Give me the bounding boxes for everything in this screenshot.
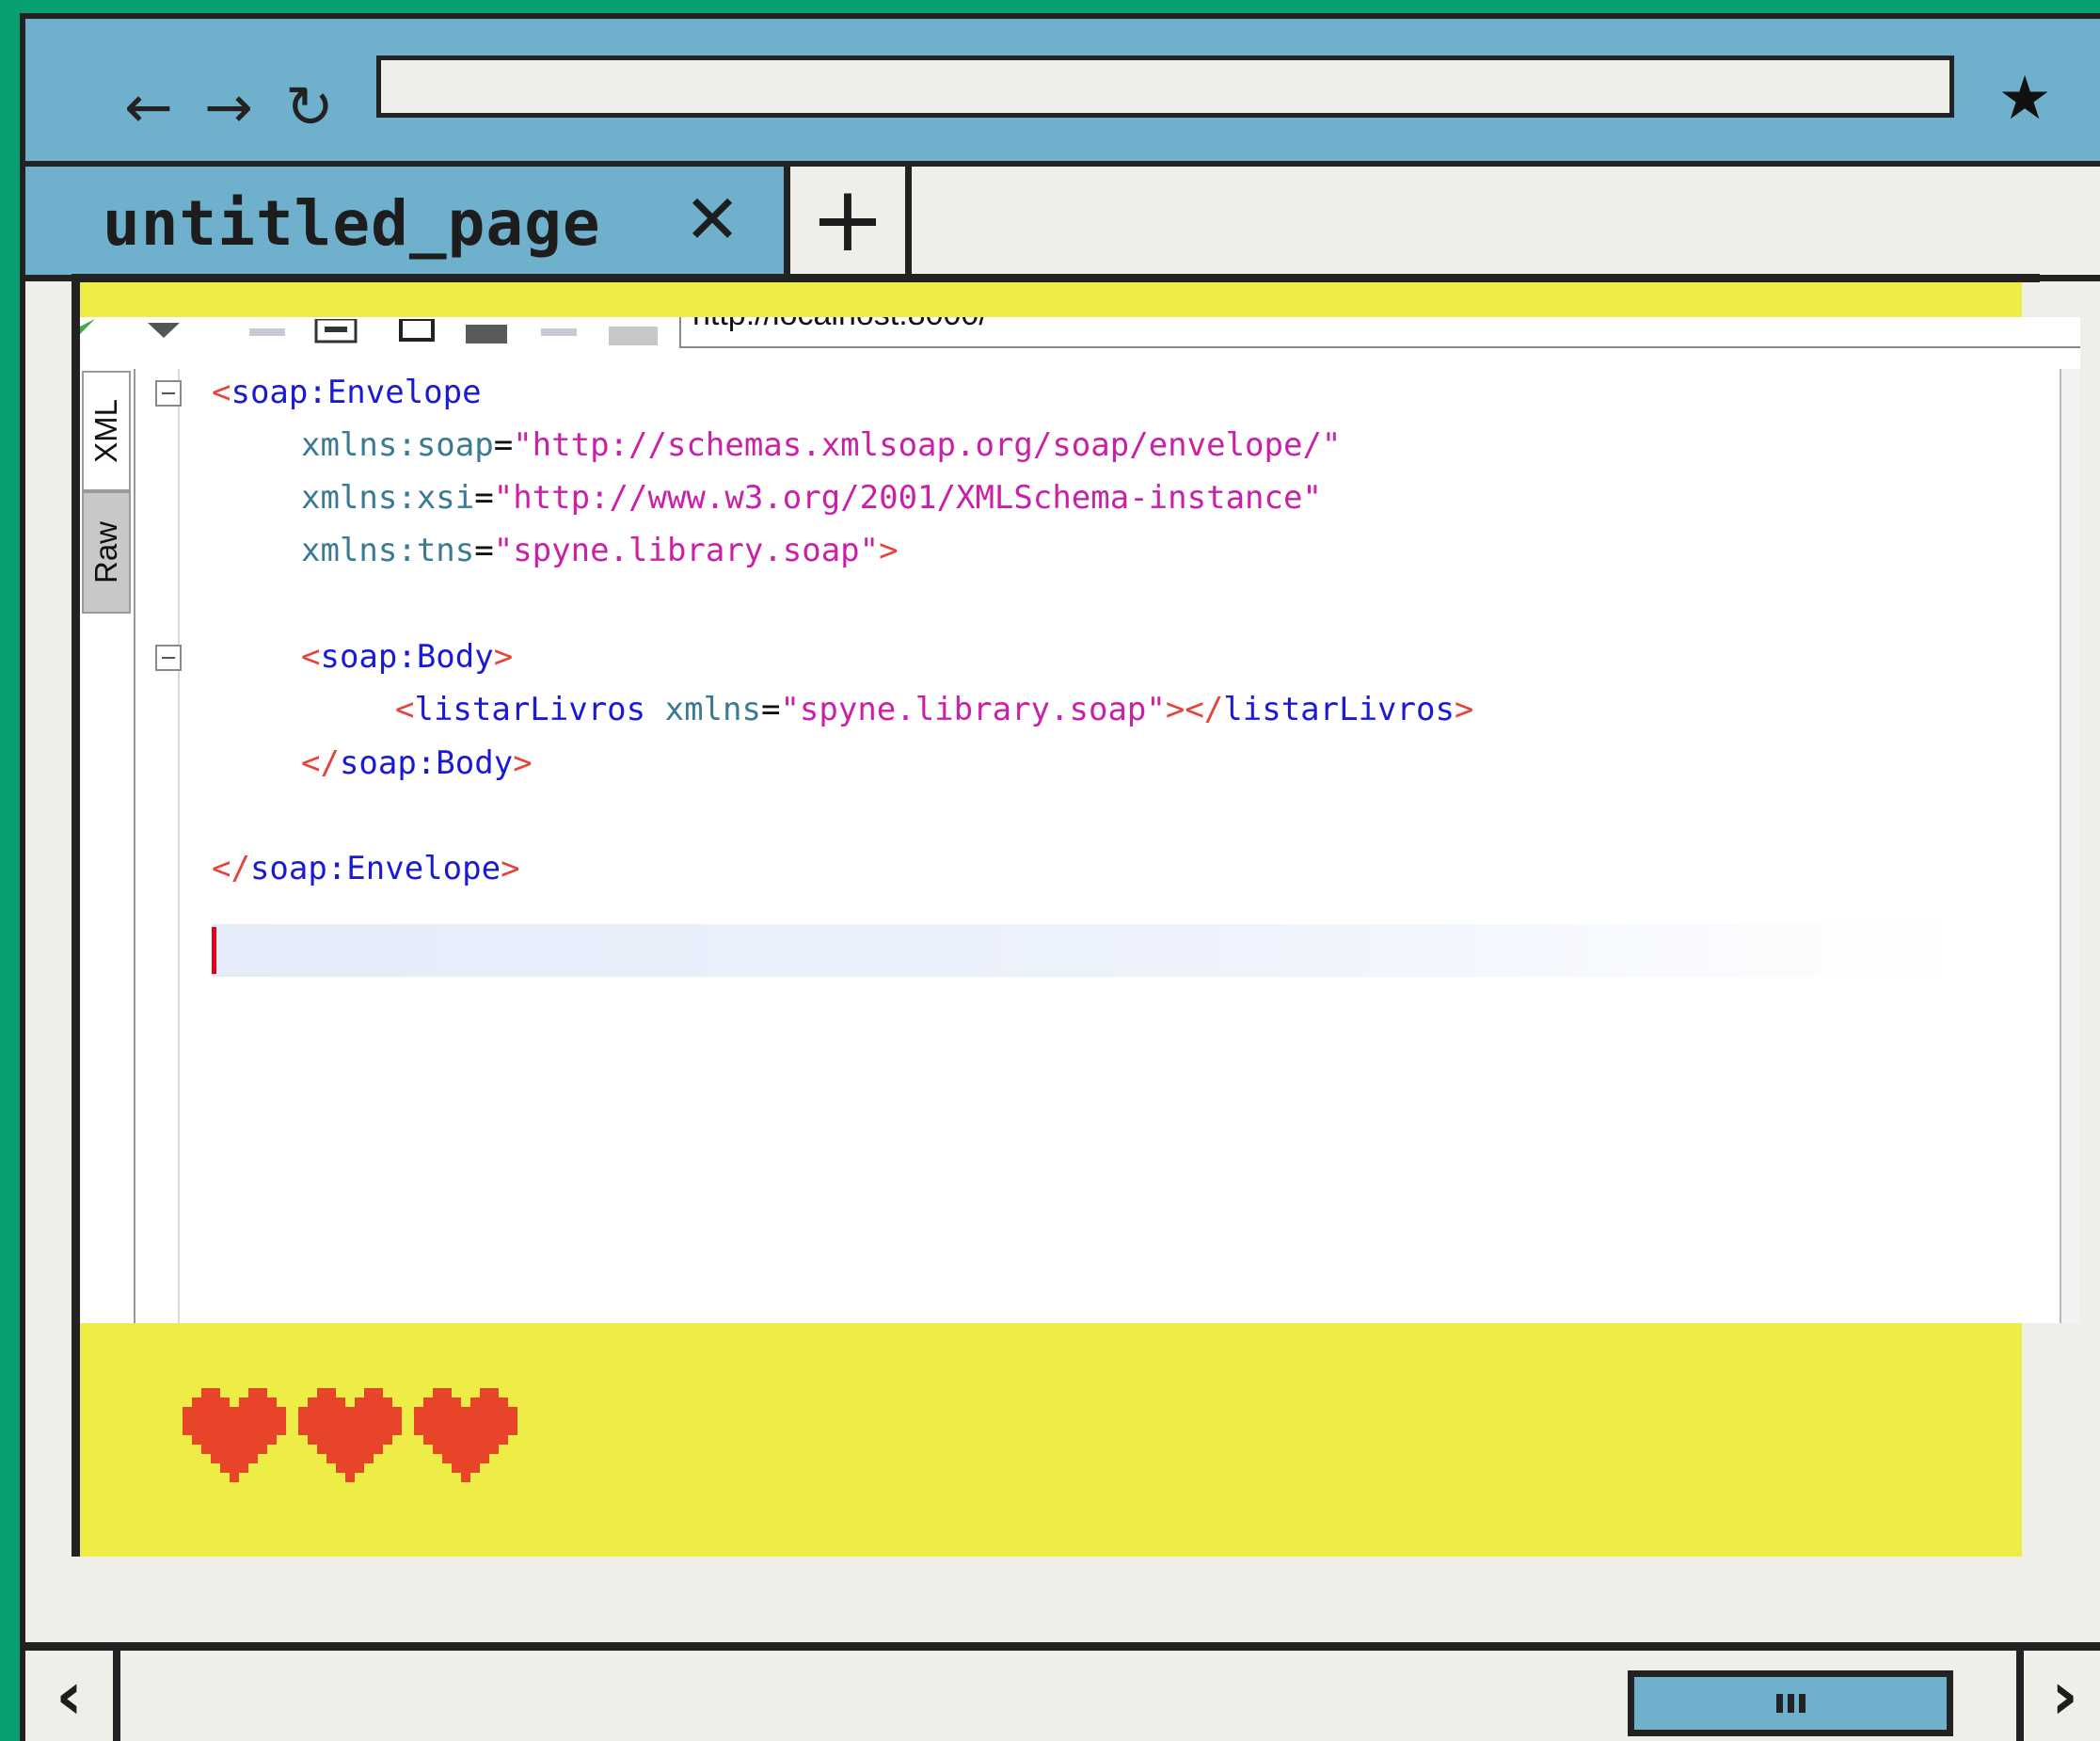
code-line: xmlns:soap="http://schemas.xmlsoap.org/s… (301, 426, 1342, 464)
arrow-right-icon: → (204, 72, 253, 141)
scroll-thumb[interactable] (1628, 1670, 1953, 1736)
tab-raw[interactable]: Raw (82, 491, 131, 614)
heart-icon (298, 1388, 402, 1482)
game-top-band (80, 282, 2022, 317)
forward-button[interactable]: → (187, 60, 270, 154)
soap-request-editor: http://localhost:8000/ XML Raw <soap:Env… (80, 317, 2080, 1323)
arrow-left-icon: ← (124, 72, 173, 141)
editor-toolbar: http://localhost:8000/ (80, 317, 2080, 356)
bookmark-button[interactable]: ★ (1982, 56, 2067, 141)
scroll-left-button[interactable]: ‹ (25, 1651, 120, 1741)
frame-icon[interactable] (398, 319, 436, 345)
heart-icon (414, 1388, 517, 1482)
browser-toolbar: ← → ↻ ★ (25, 19, 2100, 167)
options-icon[interactable] (609, 319, 658, 345)
tab-untitled-page[interactable]: untitled_page ✕ (25, 167, 790, 275)
run-icon[interactable] (80, 319, 99, 345)
current-line-highlight (212, 924, 1952, 977)
code-line: <soap:Body> (301, 638, 514, 676)
format-alt-icon[interactable] (541, 319, 577, 345)
reload-icon: ↻ (285, 72, 334, 141)
tab-raw-label: Raw (88, 520, 123, 584)
reload-button[interactable]: ↻ (268, 60, 351, 154)
editor-scrollbar[interactable] (2060, 369, 2080, 1323)
text-caret (212, 927, 216, 974)
code-line: </soap:Envelope> (212, 850, 520, 887)
heart-icon (183, 1388, 286, 1482)
code-line: xmlns:xsi="http://www.w3.org/2001/XMLSch… (301, 479, 1322, 517)
code-line: <listarLivros xmlns="spyne.library.soap"… (395, 691, 1474, 728)
plus-icon: + (809, 167, 886, 272)
star-icon: ★ (1997, 64, 2052, 134)
view-tabs: XML Raw (80, 369, 135, 1323)
tab-xml[interactable]: XML (82, 371, 131, 491)
horizontal-scrollbar[interactable]: ‹ › (25, 1642, 2100, 1741)
chevron-left-icon: ‹ (56, 1657, 83, 1734)
back-button[interactable]: ← (107, 60, 190, 154)
fold-gutter (136, 369, 182, 1323)
address-bar[interactable] (376, 56, 1954, 118)
format-icon[interactable] (249, 319, 285, 345)
new-tab-button[interactable]: + (790, 167, 912, 275)
code-line: </soap:Body> (301, 744, 533, 782)
close-icon[interactable]: ✕ (673, 180, 752, 259)
window-icon[interactable] (313, 319, 358, 345)
grip-icon (1775, 1694, 1806, 1713)
collapse-icon[interactable] (155, 380, 182, 407)
tab-xml-label: XML (88, 399, 124, 463)
collapse-icon[interactable] (155, 645, 182, 671)
tab-title: untitled_page (103, 187, 601, 260)
block-icon[interactable] (466, 319, 507, 345)
scroll-right-button[interactable]: › (2016, 1651, 2100, 1741)
code-line: xmlns:tns="spyne.library.soap"> (301, 532, 899, 569)
code-line: <soap:Envelope (212, 374, 482, 411)
endpoint-url-field[interactable]: http://localhost:8000/ (679, 317, 2080, 348)
dropdown-icon[interactable] (148, 319, 180, 345)
xml-code-area[interactable]: <soap:Envelope xmlns:soap="http://schema… (212, 369, 2061, 1323)
lives-hearts (183, 1388, 517, 1482)
chevron-right-icon: › (2051, 1657, 2078, 1734)
tab-strip: untitled_page ✕ + (25, 167, 2100, 281)
